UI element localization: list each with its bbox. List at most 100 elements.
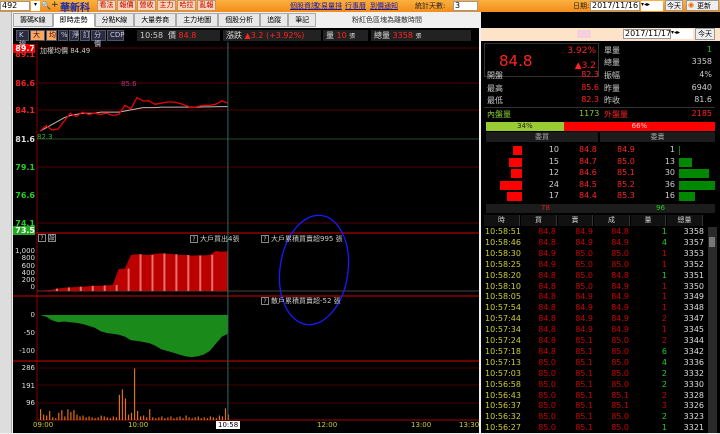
tick-cell: 1 (661, 303, 667, 313)
volume-bar (130, 412, 133, 420)
right-today-button[interactable]: 今天 (695, 28, 715, 40)
tick-row: 10:57:34 84.8 84.9 84.9 1 3345 (484, 325, 706, 336)
bid-header: 委買 (486, 132, 598, 142)
toolbar-button-2[interactable]: 均 (46, 30, 57, 41)
toolbar-button-0[interactable]: K線 (16, 30, 29, 48)
stat-days-select[interactable]: 3 (453, 1, 478, 11)
tab-6[interactable]: 追蹤 (260, 13, 289, 27)
volume-bar (221, 416, 224, 420)
scroll-thumb[interactable] (709, 237, 715, 247)
tick-scrollbar[interactable] (708, 227, 717, 433)
tick-row: 10:58:20 84.8 85.0 84.8 1 3351 (484, 271, 706, 282)
toolbar-button-7[interactable]: CDP (107, 30, 125, 41)
stock-code-input[interactable]: 492 (0, 1, 30, 11)
add-icon[interactable]: + (51, 0, 59, 10)
tick-cell: 85.0 (611, 248, 629, 258)
volume-bar (200, 418, 202, 420)
tick-row: 10:56:32 85.0 85.1 85.0 2 3323 (484, 412, 706, 423)
tick-cell: 84.8 (538, 227, 556, 236)
today-button[interactable]: 今天 (665, 0, 683, 11)
help-button[interactable]: ? (261, 235, 269, 243)
toolbar-button-1[interactable]: 大戶 (30, 30, 45, 48)
top-button-5[interactable]: 亂報 (197, 0, 216, 11)
chevron-down-icon[interactable]: ▾ (31, 1, 40, 11)
right-date-nav[interactable]: ▾◂▸ (671, 29, 693, 39)
ask-price: 85.1 (617, 168, 635, 177)
right-date-input[interactable]: 2017/11/17 (623, 29, 671, 39)
help-button[interactable]: ? (38, 234, 46, 242)
tab-3[interactable]: 大量券商 (134, 13, 177, 27)
date-label: 日期: (573, 2, 590, 10)
top-button-0[interactable]: 看法 (97, 0, 116, 11)
tick-cell: 3357 (683, 237, 704, 247)
tab-4[interactable]: 主力地圖 (176, 13, 219, 27)
help-button[interactable]: ? (261, 297, 269, 305)
retail-axis-label: -100 (19, 347, 35, 355)
search-icon[interactable]: 🔍 (41, 1, 51, 10)
volume-bar (106, 417, 108, 420)
refresh-icon: ◉ (688, 1, 695, 9)
inner-pct: 34% (486, 122, 564, 131)
tick-cell: 85.0 (575, 248, 593, 258)
volume-bar (188, 417, 190, 420)
big-axis-label: 0 (30, 283, 35, 291)
date-nav-arrows[interactable]: ▾◂▸ (641, 1, 663, 11)
single-vol: 1 (706, 45, 712, 54)
toolbar-button-3[interactable]: % (58, 30, 68, 41)
volume-bar (149, 409, 151, 420)
tick-cell: 10:56:27 (485, 423, 521, 433)
toolbar-button-4[interactable]: 淨 (69, 30, 79, 41)
refresh-button[interactable]: ◉ 更新 (686, 0, 719, 11)
top-button-3[interactable]: 主力 (157, 0, 176, 11)
bid-qty: 17 (548, 191, 559, 200)
bid-qty: 12 (548, 168, 559, 177)
tick-cell: 3358 (683, 227, 704, 236)
toolbar-button-5[interactable]: 訂 (80, 30, 90, 41)
top-link-2[interactable]: 行事曆 (345, 1, 366, 11)
tick-cell: 84.9 (611, 325, 629, 335)
tick-cell: 84.8 (538, 325, 556, 335)
volume-bar (224, 408, 227, 420)
tick-cell: 3330 (683, 379, 704, 389)
tick-cell: 10:58:05 (485, 292, 521, 302)
top-button-2[interactable]: 營收 (137, 0, 156, 11)
tick-cell: 3 (661, 401, 667, 411)
tab-1[interactable]: 即時走勢 (52, 13, 95, 27)
tab-0[interactable]: 籌碼K線 (13, 13, 53, 27)
volume-bar (43, 414, 45, 420)
last-price: 84.8 (499, 52, 533, 70)
tick-cell: 85.1 (575, 357, 593, 367)
tick-cell: 85.0 (611, 336, 629, 345)
volume-bar (82, 415, 84, 420)
toolbar-button-6[interactable]: 分價 (91, 30, 106, 48)
big-trader-stripe (79, 286, 82, 291)
outer-label: 外盤量 (604, 110, 628, 119)
tick-cell: 84.8 (538, 270, 556, 280)
big-buy-label: ? 大戶買出4張 (190, 234, 239, 244)
date-input[interactable]: 2017/11/16 (590, 1, 640, 11)
tick-col-header: 時 (484, 215, 520, 226)
stat-value: 6940 (691, 82, 712, 92)
tick-cell: 2 (661, 412, 667, 422)
volume-bar (158, 417, 160, 420)
bid-qty: 15 (548, 156, 559, 166)
tab-5[interactable]: 個股分析 (218, 13, 261, 27)
tab-2[interactable]: 分點K線 (94, 13, 135, 27)
left-scroll-strip[interactable] (0, 12, 12, 433)
volume-bar (182, 418, 184, 420)
tick-cell: 2 (661, 336, 667, 345)
tick-cell: 10:56:43 (485, 390, 521, 400)
tick-cell: 85.0 (611, 379, 629, 389)
tab-7[interactable]: 筆記 (288, 13, 317, 27)
volume-bar (203, 417, 205, 420)
top-link-1[interactable]: 交易量排 (314, 1, 342, 11)
tick-cell: 85.0 (611, 357, 629, 367)
outer-value: 2185 (691, 109, 712, 118)
color-swatch (577, 30, 591, 38)
time-axis-label: 10:00 (128, 421, 149, 429)
top-button-1[interactable]: 報價 (117, 0, 136, 11)
help-button[interactable]: ? (190, 235, 198, 243)
top-button-4[interactable]: 哈拉 (177, 0, 196, 11)
settings-button[interactable]: 設 (48, 234, 56, 242)
top-link-3[interactable]: 到價通知 (370, 1, 398, 11)
